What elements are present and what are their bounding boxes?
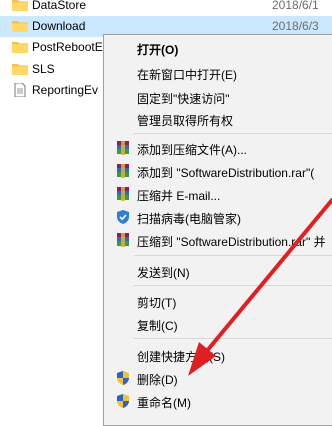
menu-item-label: 在新窗口中打开(E) (137, 68, 237, 82)
menu-item-label: 扫描病毒(电脑管家) (137, 212, 241, 226)
menu-item-label: 管理员取得所有权 (137, 114, 234, 128)
file-name: PostRebootE (32, 40, 103, 54)
folder-icon (12, 21, 28, 32)
winrar-icon (117, 164, 129, 178)
uac-shield-icon (117, 394, 129, 408)
menu-item-label: 剪切(T) (137, 296, 177, 310)
menu-separator (134, 133, 332, 134)
menu-item-add-to-rar[interactable]: 添加到 "SoftwareDistribution.rar"( (104, 160, 332, 182)
menu-item-add-to-archive[interactable]: 添加到压缩文件(A)... (104, 137, 332, 159)
winrar-icon (117, 233, 129, 247)
menu-item-label: 发送到(N) (137, 266, 190, 280)
menu-item-scan-virus[interactable]: 扫描病毒(电脑管家) (104, 206, 332, 228)
folder-icon (12, 64, 28, 75)
menu-item-delete[interactable]: 删除(D) (104, 367, 332, 389)
menu-item-open[interactable]: 打开(O) (104, 37, 332, 59)
menu-item-compress-rar-email[interactable]: 压缩到 "SoftwareDistribution.rar" 并 (104, 229, 332, 251)
menu-item-label: 添加到 "SoftwareDistribution.rar"( (137, 166, 315, 180)
shield-icon (117, 210, 129, 224)
menu-item-label: 重命名(M) (137, 396, 191, 410)
file-row-datastore[interactable]: DataStore 2018/6/1 (0, 0, 332, 16)
menu-item-cut[interactable]: 剪切(T) (104, 290, 332, 312)
menu-separator (134, 285, 332, 286)
menu-item-label: 添加到压缩文件(A)... (137, 143, 247, 157)
menu-item-pin-quick-access[interactable]: 固定到"快速访问" (104, 86, 332, 108)
winrar-icon (117, 141, 129, 155)
file-name: ReportingEv (32, 83, 99, 97)
menu-item-create-shortcut[interactable]: 创建快捷方式(S) (104, 344, 332, 366)
file-name: DataStore (32, 0, 87, 12)
menu-item-send-to[interactable]: 发送到(N) (104, 260, 332, 282)
menu-separator (134, 255, 332, 256)
menu-item-take-ownership[interactable]: 管理员取得所有权 (104, 108, 332, 130)
file-date: 2018/6/1 (272, 0, 319, 12)
menu-item-label: 固定到"快速访问" (137, 92, 230, 106)
folder-icon (12, 42, 28, 53)
menu-item-label: 删除(D) (137, 373, 178, 387)
folder-icon (12, 0, 28, 11)
document-icon (14, 83, 26, 97)
menu-item-label: 打开(O) (137, 43, 179, 57)
menu-item-open-new-window[interactable]: 在新窗口中打开(E) (104, 62, 332, 84)
winrar-icon (117, 187, 129, 201)
menu-item-label: 压缩到 "SoftwareDistribution.rar" 并 (137, 235, 326, 249)
context-menu: 打开(O) 在新窗口中打开(E) 固定到"快速访问" 管理员取得所有权 添加到压… (103, 34, 332, 426)
file-name: Download (32, 19, 86, 33)
menu-separator (134, 338, 332, 339)
menu-item-label: 复制(C) (137, 319, 178, 333)
uac-shield-icon (117, 371, 129, 385)
file-date: 2018/6/3 (272, 19, 319, 33)
menu-item-compress-email[interactable]: 压缩并 E-mail... (104, 183, 332, 205)
menu-item-label: 压缩并 E-mail... (137, 189, 221, 203)
file-name: SLS (32, 62, 55, 76)
menu-item-copy[interactable]: 复制(C) (104, 313, 332, 335)
menu-item-label: 创建快捷方式(S) (137, 350, 225, 364)
